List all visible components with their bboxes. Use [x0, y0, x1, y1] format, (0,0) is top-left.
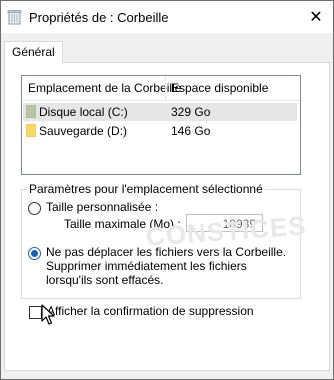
- location-settings-group: Paramètres pour l'emplacement sélectionn…: [21, 182, 301, 299]
- drive-icon: [26, 105, 36, 118]
- mouse-pointer-icon: [41, 304, 55, 325]
- list-item-drive-c[interactable]: Disque local (C:) 329 Go: [23, 103, 297, 121]
- listview-header: Emplacement de la Corbeille Espace dispo…: [22, 76, 300, 101]
- column-divider[interactable]: [165, 76, 166, 100]
- locations-listview[interactable]: Emplacement de la Corbeille Espace dispo…: [21, 75, 301, 175]
- properties-window: Propriétés de : Corbeille ✕ Général Empl…: [0, 0, 334, 380]
- list-item-drive-d[interactable]: Sauvegarde (D:) 146 Go: [23, 122, 297, 140]
- group-legend: Paramètres pour l'emplacement sélectionn…: [27, 182, 265, 196]
- list-item-name: Sauvegarde (D:): [39, 124, 128, 138]
- list-item-space: 329 Go: [171, 105, 211, 119]
- custom-size-radio[interactable]: [28, 202, 41, 215]
- general-tab-panel: Emplacement de la Corbeille Espace dispo…: [4, 62, 330, 371]
- max-size-label: Taille maximale (Mo) :: [64, 217, 181, 231]
- tab-general[interactable]: Général: [4, 41, 63, 63]
- max-size-input[interactable]: 18939: [186, 214, 263, 232]
- column-header-space[interactable]: Espace disponible: [171, 81, 268, 95]
- no-move-label[interactable]: Ne pas déplacer les fichiers vers la Cor…: [46, 245, 292, 287]
- title-bar[interactable]: Propriétés de : Corbeille ✕: [1, 1, 333, 33]
- no-move-radio[interactable]: [28, 247, 41, 260]
- list-item-space: 146 Go: [171, 124, 211, 138]
- confirm-delete-label[interactable]: Afficher la confirmation de suppression: [47, 304, 254, 318]
- custom-size-label[interactable]: Taille personnalisée :: [46, 200, 158, 214]
- window-title: Propriétés de : Corbeille: [29, 10, 169, 25]
- column-header-location[interactable]: Emplacement de la Corbeille: [28, 81, 181, 95]
- close-icon: ✕: [309, 9, 323, 26]
- list-item-name: Disque local (C:): [39, 105, 128, 119]
- recycle-bin-icon: [7, 10, 22, 25]
- folder-icon: [26, 124, 36, 137]
- close-button[interactable]: ✕: [299, 1, 333, 33]
